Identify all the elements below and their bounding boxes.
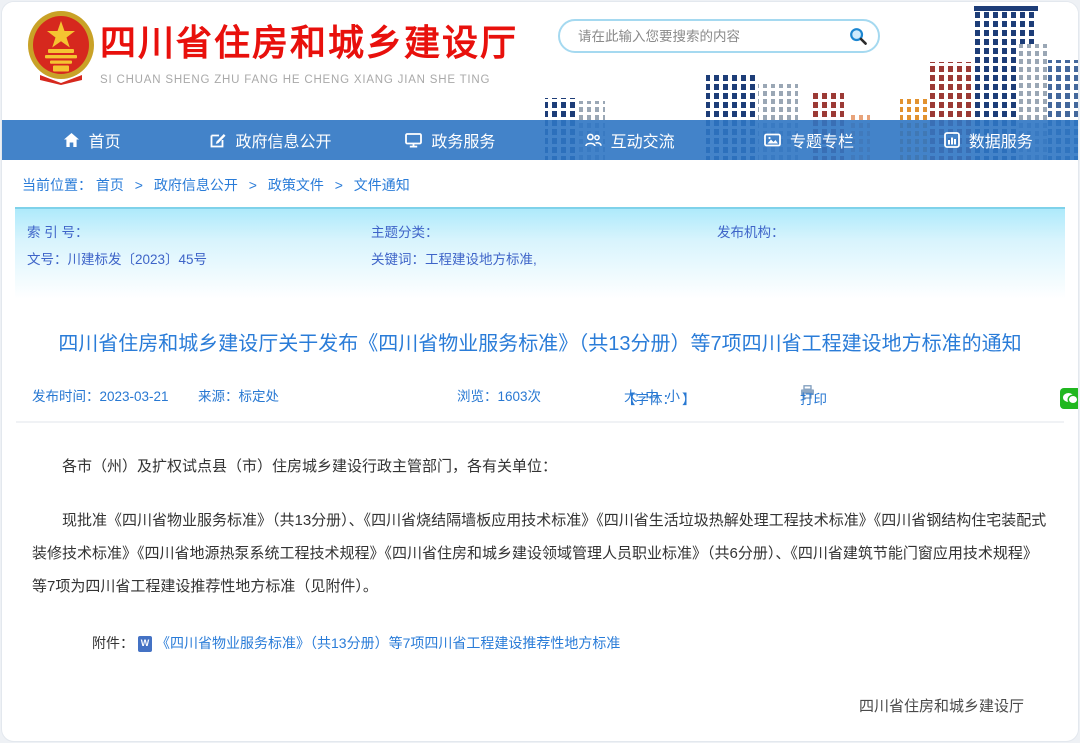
salutation-paragraph: 各市（州）及扩权试点县（市）住房城乡建设行政主管部门，各有关单位： — [32, 450, 1048, 483]
national-emblem-logo — [26, 9, 96, 85]
compose-icon — [210, 132, 226, 148]
info-col-topic: 主题分类： 关键词：工程建设地方标准, — [371, 219, 537, 273]
font-size-control: 【字体： 大 中 小 】 — [622, 385, 682, 405]
search-box — [558, 19, 880, 53]
breadcrumb-label: 当前位置： — [22, 177, 92, 193]
article-body: 各市（州）及扩权试点县（市）住房城乡建设行政主管部门，各有关单位： 现批准《四川… — [2, 450, 1078, 723]
breadcrumb-item-file-notice[interactable]: 文件通知 — [354, 177, 410, 193]
nav-label: 政府信息公开 — [235, 128, 331, 152]
nav-label: 专题专栏 — [790, 128, 854, 152]
article-meta-bar: 发布时间：2023-03-21 来源：标定处 浏览：1603次 【字体： 大 中… — [2, 382, 1078, 408]
search-button[interactable] — [845, 27, 878, 46]
site-brand: 四川省住房和城乡建设厅 SI CHUAN SHENG ZHU FANG HE C… — [100, 14, 518, 86]
nav-label: 数据服务 — [969, 128, 1033, 152]
attachment-link[interactable]: 《四川省物业服务标准》（共13分册）等7项四川省工程建设推荐性地方标准 — [156, 627, 620, 660]
source: 来源：标定处 — [198, 385, 279, 405]
publishing-agency-label: 发布机构： — [717, 219, 785, 246]
topic-category-label: 主题分类： — [371, 219, 537, 246]
word-doc-icon — [138, 636, 152, 652]
info-col-agency: 发布机构： — [717, 219, 785, 246]
site-title: 四川省住房和城乡建设厅 — [100, 14, 518, 66]
issuer-signature: 四川省住房和城乡建设厅 — [32, 690, 1048, 723]
page-card: 四川省住房和城乡建设厅 SI CHUAN SHENG ZHU FANG HE C… — [1, 1, 1079, 742]
nav-item-data-services[interactable]: 数据服务 — [899, 120, 1078, 160]
font-bracket-open: 【字体： — [622, 388, 676, 408]
nav-label: 互动交流 — [611, 128, 675, 152]
bar-chart-icon — [944, 132, 960, 148]
search-icon — [849, 27, 868, 46]
view-count: 浏览：1603次 — [457, 385, 541, 405]
publish-date: 发布时间：2023-03-21 — [32, 385, 169, 405]
nav-label: 首页 — [89, 128, 121, 152]
font-bracket-close: 】 — [682, 388, 696, 408]
search-input[interactable] — [576, 28, 845, 45]
attachment-label: 附件： — [92, 627, 134, 660]
breadcrumb-separator: > — [335, 177, 343, 193]
doc-number: 文号：川建标发〔2023〕45号 — [27, 246, 207, 273]
print-button[interactable]: 打印 — [800, 385, 815, 399]
nav-item-home[interactable]: 首页 — [2, 120, 181, 160]
nav-item-gov-info[interactable]: 政府信息公开 — [181, 120, 360, 160]
home-icon — [63, 132, 80, 148]
attachment-row: 附件： 《四川省物业服务标准》（共13分册）等7项四川省工程建设推荐性地方标准 — [32, 627, 1048, 660]
picture-icon — [764, 132, 781, 148]
nav-item-interaction[interactable]: 互动交流 — [540, 120, 719, 160]
monitor-icon — [405, 132, 422, 148]
breadcrumb-item-home[interactable]: 首页 — [96, 177, 124, 193]
info-col-index: 索 引 号： 文号：川建标发〔2023〕45号 — [27, 219, 207, 273]
meta-divider — [16, 421, 1064, 423]
site-subtitle: SI CHUAN SHENG ZHU FANG HE CHENG XIANG J… — [100, 74, 518, 86]
wechat-share-icon[interactable] — [1060, 388, 1079, 409]
main-paragraph: 现批准《四川省物业服务标准》（共13分册）、《四川省烧结隔墙板应用技术标准》《四… — [32, 504, 1048, 603]
nav-label: 政务服务 — [431, 128, 495, 152]
nav-item-special-topics[interactable]: 专题专栏 — [719, 120, 898, 160]
article-title: 四川省住房和城乡建设厅关于发布《四川省物业服务标准》（共13分册）等7项四川省工… — [33, 327, 1047, 361]
main-nav: 首页 政府信息公开 政务服务 互动交流 专题专栏 数据服务 — [2, 120, 1078, 160]
nav-item-gov-services[interactable]: 政务服务 — [361, 120, 540, 160]
print-label: 打印 — [800, 388, 827, 408]
breadcrumb: 当前位置： 首页 > 政府信息公开 > 政策文件 > 文件通知 — [2, 160, 1078, 207]
index-number-label: 索 引 号： — [27, 219, 207, 246]
keywords: 关键词：工程建设地方标准, — [371, 246, 537, 273]
breadcrumb-item-policy-files[interactable]: 政策文件 — [268, 177, 324, 193]
breadcrumb-item-gov-info[interactable]: 政府信息公开 — [154, 177, 238, 193]
breadcrumb-separator: > — [249, 177, 257, 193]
document-info-panel: 索 引 号： 文号：川建标发〔2023〕45号 主题分类： 关键词：工程建设地方… — [15, 207, 1065, 299]
site-header: 四川省住房和城乡建设厅 SI CHUAN SHENG ZHU FANG HE C… — [2, 2, 1078, 120]
breadcrumb-separator: > — [135, 177, 143, 193]
people-icon — [585, 132, 602, 148]
